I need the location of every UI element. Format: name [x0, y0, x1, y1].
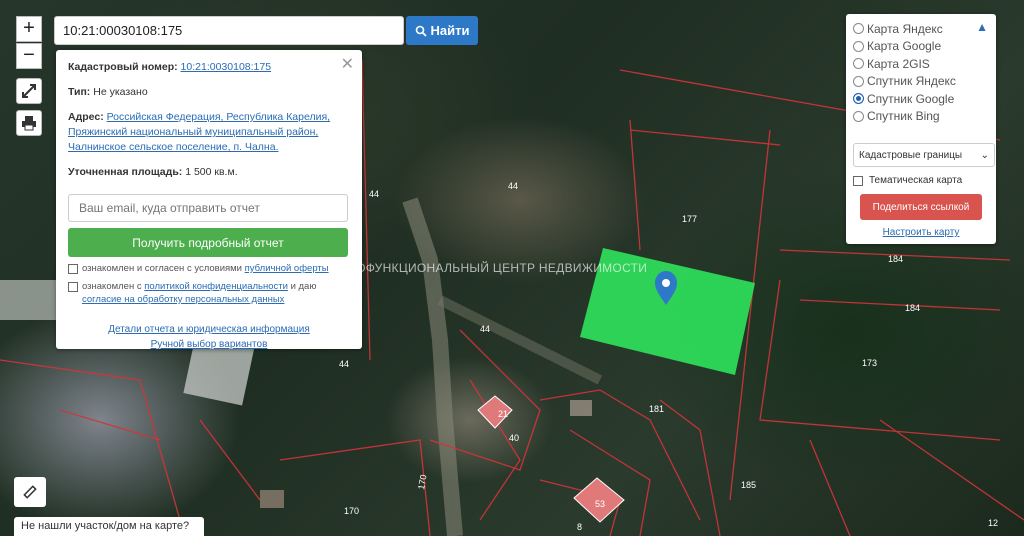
radio-icon[interactable]	[853, 23, 864, 35]
thematic-checkbox[interactable]	[853, 175, 863, 186]
layer-option[interactable]: Спутник Яндекс	[853, 73, 989, 91]
layer-list: Карта Яндекс Карта Google Карта 2GIS Спутни…	[853, 20, 989, 125]
zoom-out-button[interactable]: −	[16, 43, 42, 69]
offer-consent-text: ознакомлен и согласен с условиями	[82, 263, 242, 274]
map-layers-panel: ▲ Карта Яндекс Карта Google Карта 2GIS Спут…	[846, 14, 996, 244]
address-link-3[interactable]: Чалнинское сельское поселение, п. Чална.	[68, 141, 279, 153]
printer-icon	[22, 116, 36, 131]
address-link-2[interactable]: Пряжинский национальный муниципальный ра…	[68, 126, 318, 138]
type-value: Не указано	[93, 86, 148, 98]
privacy-consent: ознакомлен с политикой конфиденциальност…	[68, 280, 350, 306]
radio-icon[interactable]	[853, 110, 864, 122]
expand-icon	[22, 84, 36, 98]
thematic-map-toggle[interactable]: Тематическая карта	[853, 175, 989, 186]
layer-option-label: Спутник Яндекс	[867, 74, 956, 89]
parcel-label: 44	[508, 181, 518, 191]
thematic-label: Тематическая карта	[869, 175, 963, 186]
chevron-down-icon: ⌄	[980, 149, 989, 161]
radio-icon[interactable]	[853, 93, 864, 105]
ruler-icon	[23, 485, 37, 499]
search-button-label: Найти	[430, 23, 470, 38]
cadastral-number-link[interactable]: 10:21:0030108:175	[181, 61, 272, 73]
area-value: 1 500 кв.м.	[185, 166, 238, 178]
parcel-label: 21	[498, 409, 508, 419]
parcel-label: 44	[339, 359, 349, 369]
address-label: Адрес:	[68, 111, 104, 123]
parcel-label: 170	[416, 474, 428, 491]
type-label: Тип:	[68, 86, 91, 98]
cadastral-label: Кадастровый номер:	[68, 61, 178, 73]
zoom-in-button[interactable]: +	[16, 16, 42, 42]
close-icon[interactable]: ✕	[341, 54, 354, 74]
area-label: Уточненная площадь:	[68, 166, 183, 178]
search-icon	[415, 25, 427, 37]
details-link[interactable]: Детали отчета и юридическая информация	[108, 324, 310, 335]
configure-map-link[interactable]: Настроить карту	[883, 227, 960, 238]
manual-selection-link[interactable]: Ручной выбор вариантов	[151, 339, 268, 350]
chevron-up-icon[interactable]: ▲	[976, 20, 988, 34]
parcel-label: 44	[369, 189, 379, 199]
parcel-label: 177	[682, 214, 697, 224]
layer-option-label: Карта Яндекс	[867, 21, 943, 36]
layer-option-label: Карта Google	[867, 39, 942, 54]
parcel-label: 12	[988, 518, 998, 528]
parcel-label: 44	[480, 324, 490, 334]
parcel-label: 8	[577, 522, 582, 532]
privacy-checkbox[interactable]	[68, 282, 78, 292]
layer-option-label: Спутник Bing	[867, 109, 940, 124]
print-button[interactable]	[16, 110, 42, 136]
radio-icon[interactable]	[853, 40, 864, 52]
parcel-info-panel: ✕ Кадастровый номер: 10:21:0030108:175 Т…	[56, 50, 362, 350]
layer-option[interactable]: Карта 2GIS	[853, 55, 989, 73]
ruler-button[interactable]	[14, 477, 46, 507]
search-button[interactable]: Найти	[406, 16, 478, 45]
address-link-1[interactable]: Российская Федерация, Республика Карелия…	[107, 111, 330, 123]
fullscreen-button[interactable]	[16, 78, 42, 104]
offer-link[interactable]: публичной оферты	[245, 263, 329, 274]
parcel-label: 170	[344, 506, 359, 516]
not-found-button[interactable]: Не нашли участок/дом на карте?	[14, 517, 204, 536]
parcel-label: 53	[595, 499, 605, 509]
layer-option-label: Карта 2GIS	[867, 56, 930, 71]
get-report-button[interactable]: Получить подробный отчет	[68, 228, 348, 257]
data-processing-link[interactable]: согласие на обработку персональных данны…	[82, 294, 284, 305]
layer-option[interactable]: Спутник Bing	[853, 108, 989, 126]
parcel-label: 181	[649, 404, 664, 414]
parcel-label: 40	[509, 433, 519, 443]
layer-option-label: Спутник Google	[867, 91, 955, 106]
privacy-policy-link[interactable]: политикой конфиденциальности	[144, 281, 288, 292]
layer-option[interactable]: Карта Яндекс	[853, 20, 989, 38]
layer-select-value: Кадастровые границы	[859, 149, 963, 161]
layer-option[interactable]: Спутник Google	[853, 90, 989, 108]
privacy-consent-text: ознакомлен с	[82, 281, 142, 292]
privacy-consent-mid: и даю	[290, 281, 317, 292]
parcel-label: 173	[862, 358, 877, 368]
offer-consent: ознакомлен и согласен с условиями публич…	[68, 262, 350, 275]
map-watermark: ГОФУНКЦИОНАЛЬНЫЙ ЦЕНТР НЕДВИЖИМОСТИ	[350, 261, 648, 275]
email-field[interactable]	[68, 194, 348, 222]
layer-select[interactable]: Кадастровые границы ⌄	[853, 143, 995, 167]
parcel-label: 184	[888, 254, 903, 264]
radio-icon[interactable]	[853, 75, 864, 87]
radio-icon[interactable]	[853, 58, 864, 70]
parcel-label: 184	[905, 303, 920, 313]
parcel-label: 185	[741, 480, 756, 490]
offer-checkbox[interactable]	[68, 264, 78, 274]
search-input[interactable]	[54, 16, 404, 45]
share-link-button[interactable]: Поделиться ссылкой	[860, 194, 982, 220]
layer-option[interactable]: Карта Google	[853, 38, 989, 56]
